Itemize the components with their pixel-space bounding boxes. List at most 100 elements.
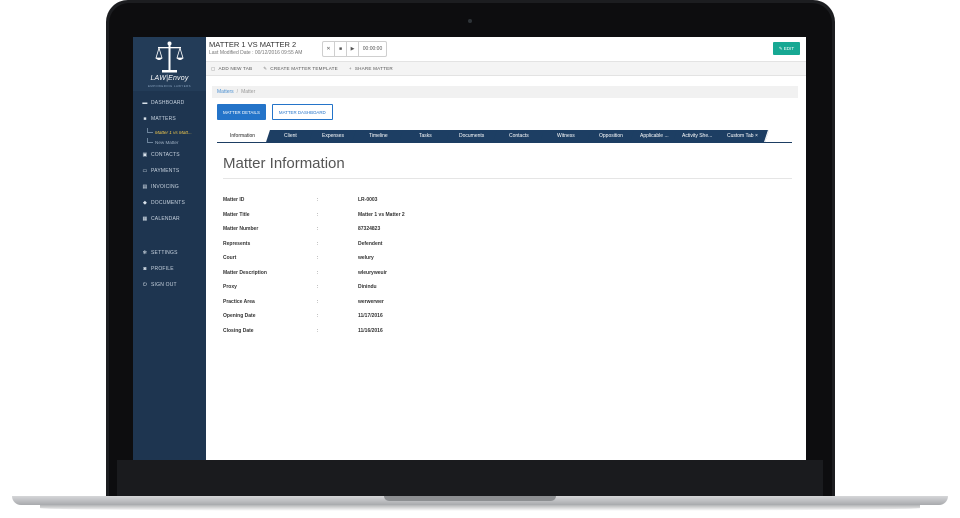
matter-dashboard-button[interactable]: MATTER DASHBOARD <box>271 104 333 120</box>
detail-value: werwerwer <box>358 298 384 305</box>
tab-timeline[interactable]: Timeline <box>352 130 405 142</box>
tab-label: Contacts <box>509 133 529 139</box>
tab-contacts[interactable]: Contacts <box>493 130 546 142</box>
dashboard-icon: ▬ <box>142 100 148 106</box>
detail-colon: : <box>317 284 319 291</box>
detail-label: Closing Date <box>223 327 254 334</box>
sidebar-item-documents[interactable]: ◆ DOCUMENTS <box>133 195 206 211</box>
detail-label: Matter Title <box>223 211 250 218</box>
sidebar-item-label: DASHBOARD <box>151 100 185 106</box>
timer-display: 00:00:00 <box>362 46 383 52</box>
create-template-label: CREATE MATTER TEMPLATE <box>270 65 338 71</box>
scales-of-justice-icon <box>155 41 184 73</box>
page-title: Matter Information <box>223 155 345 172</box>
tab-custom[interactable]: Custom Tab × <box>716 130 769 142</box>
sidebar-subitem-label: Matter 1 vs Matt... <box>155 129 192 135</box>
sidebar-item-label: PAYMENTS <box>151 168 180 174</box>
detail-colon: : <box>317 269 319 276</box>
sidebar-item-label: SETTINGS <box>151 250 178 256</box>
detail-value: wleuryweuir <box>358 269 387 276</box>
tab-documents[interactable]: Documents <box>446 130 499 142</box>
tab-tasks[interactable]: Tasks <box>399 130 452 142</box>
breadcrumb-separator: / <box>236 89 239 95</box>
tab-label: Opposition <box>599 133 623 139</box>
matter-toolbar: ▢ ADD NEW TAB ✎ CREATE MATTER TEMPLATE + SH… <box>206 62 806 76</box>
sidebar: LAW|Envoy EMPOWERING LAWYERS ▬ DASHBOARD… <box>133 37 206 460</box>
profile-icon: ◙ <box>143 266 147 272</box>
detail-row-court: Court: welury <box>223 251 405 266</box>
sidebar-item-profile[interactable]: ◙ PROFILE <box>133 261 206 277</box>
detail-row-matter-id: Matter ID: LR-0003 <box>223 193 405 208</box>
detail-label: Matter Description <box>223 269 267 276</box>
tab-client[interactable]: Client <box>266 130 315 142</box>
matter-title: MATTER 1 VS MATTER 2 <box>209 40 297 49</box>
tab-activity-sheet[interactable]: Activity She... <box>673 130 722 142</box>
detail-value: 87324823 <box>358 226 381 233</box>
tab-witness[interactable]: Witness <box>540 130 593 142</box>
timer-play-button[interactable]: ▶ <box>347 42 359 56</box>
tab-applicable[interactable]: Applicable ... <box>630 130 679 142</box>
app-screen: LAW|Envoy EMPOWERING LAWYERS ▬ DASHBOARD… <box>133 37 806 460</box>
gear-icon: ✻ <box>142 250 148 256</box>
share-matter-button[interactable]: + SHARE MATTER <box>349 66 393 71</box>
sidebar-item-invoicing[interactable]: ▤ INVOICING <box>133 179 206 195</box>
tab-information[interactable]: Information <box>215 130 272 142</box>
breadcrumb: Matters / Matter <box>212 86 798 98</box>
sidebar-item-label: CALENDAR <box>151 216 180 222</box>
tree-connector <box>147 128 153 133</box>
sidebar-subitem-label: New Matter <box>155 139 179 145</box>
timer-pause-button[interactable]: ■ <box>335 42 347 56</box>
laptop-notch <box>384 496 556 501</box>
laptop-shadow <box>40 505 920 511</box>
logo[interactable]: LAW|Envoy EMPOWERING LAWYERS <box>133 37 206 91</box>
detail-row-represents: Represents: Defendent <box>223 237 405 252</box>
tab-opposition[interactable]: Opposition <box>587 130 636 142</box>
header: MATTER 1 VS MATTER 2 Last Modified Date … <box>206 37 806 62</box>
add-new-tab-button[interactable]: ▢ ADD NEW TAB <box>211 66 252 72</box>
tab-label: Information <box>230 133 256 139</box>
sidebar-item-payments[interactable]: ▭ PAYMENTS <box>133 163 206 179</box>
contacts-icon: ▣ <box>142 152 148 158</box>
briefcase-icon: ■ <box>143 116 147 122</box>
main-content: Matters / Matter MATTER DETAILS MATTER D… <box>212 86 798 334</box>
detail-value: Defendent <box>358 240 383 247</box>
detail-row-proxy: Proxy: Dinindu <box>223 280 405 295</box>
tab-underline <box>217 142 792 143</box>
sidebar-item-sign-out[interactable]: ⏻ SIGN OUT <box>133 277 206 293</box>
breadcrumb-current: Matter <box>241 89 256 95</box>
tab-label: Documents <box>459 133 485 139</box>
sidebar-nav: ▬ DASHBOARD ■ MATTERS Matter 1 vs Matt..… <box>133 95 206 293</box>
edit-button-label: EDIT <box>783 46 795 51</box>
pencil-icon: ✎ <box>263 65 268 71</box>
sidebar-subitem-new-matter[interactable]: New Matter <box>133 137 206 147</box>
tab-label: Tasks <box>418 133 432 139</box>
edit-button[interactable]: ✎ EDIT <box>773 42 800 55</box>
detail-colon: : <box>317 327 319 334</box>
tab-label: Applicable ... <box>639 133 669 139</box>
matter-details-button[interactable]: MATTER DETAILS <box>217 104 266 120</box>
sidebar-item-dashboard[interactable]: ▬ DASHBOARD <box>133 95 206 111</box>
sidebar-item-label: CONTACTS <box>151 152 180 158</box>
tree-connector <box>147 138 153 143</box>
sidebar-item-contacts[interactable]: ▣ CONTACTS <box>133 147 206 163</box>
detail-colon: : <box>317 211 319 218</box>
create-matter-template-button[interactable]: ✎ CREATE MATTER TEMPLATE <box>263 66 338 72</box>
logo-tagline: EMPOWERING LAWYERS <box>147 84 192 88</box>
timer-stop-button[interactable]: ✕ <box>323 42 335 56</box>
documents-icon: ◆ <box>142 200 148 206</box>
calendar-icon: ▦ <box>142 216 148 222</box>
breadcrumb-matters-link[interactable]: Matters <box>217 89 234 95</box>
view-switch: MATTER DETAILS MATTER DASHBOARD <box>217 104 333 120</box>
tab-expenses[interactable]: Expenses <box>309 130 358 142</box>
sidebar-subitem-current-matter[interactable]: Matter 1 vs Matt... <box>133 127 206 137</box>
sidebar-item-label: DOCUMENTS <box>151 200 186 206</box>
sidebar-item-calendar[interactable]: ▦ CALENDAR <box>133 211 206 227</box>
detail-row-opening-date: Opening Date: 11/17/2016 <box>223 309 405 324</box>
new-tab-icon: ▢ <box>211 65 216 71</box>
detail-value: Dinindu <box>358 284 377 291</box>
detail-label: Proxy <box>223 284 237 291</box>
detail-row-matter-title: Matter Title: Matter 1 vs Matter 2 <box>223 208 405 223</box>
sidebar-item-settings[interactable]: ✻ SETTINGS <box>133 245 206 261</box>
sidebar-item-matters[interactable]: ■ MATTERS <box>133 111 206 127</box>
